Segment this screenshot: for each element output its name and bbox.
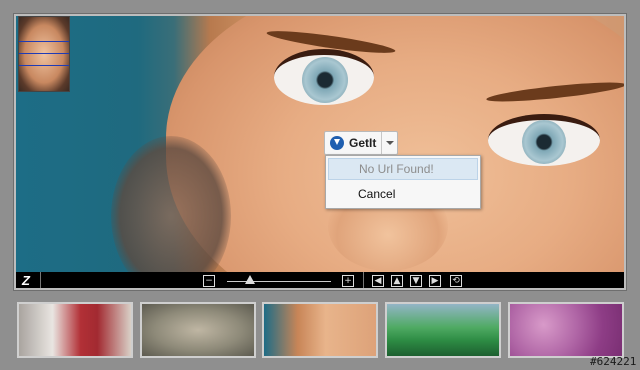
getit-button[interactable]: GetIt [324, 131, 398, 155]
viewport-mid-line [19, 65, 69, 66]
viewport-top-line [19, 41, 69, 42]
zoom-slider-thumb[interactable] [244, 275, 255, 284]
chevron-down-icon[interactable] [386, 141, 394, 145]
download-icon [330, 136, 344, 150]
zoom-in-button[interactable]: + [342, 275, 354, 287]
zoom-slider-track[interactable] [227, 281, 331, 282]
watermark-id: #624221 [590, 355, 637, 368]
pan-up-button[interactable]: ▲ [391, 275, 403, 287]
thumbnail-car[interactable] [385, 302, 501, 358]
getit-divider [381, 132, 382, 154]
thumbnail-banknote[interactable] [140, 302, 256, 358]
zoom-out-button[interactable]: − [203, 275, 215, 287]
thumbnail-eyes[interactable] [262, 302, 378, 358]
viewport-bottom-line [19, 53, 69, 54]
getit-label: GetIt [349, 136, 377, 150]
thumbnail-mask[interactable] [17, 302, 133, 358]
viewer-toolbar: Z − + ◀ ▲ ▼ ▶ ⟲ [16, 272, 624, 288]
right-eye [488, 114, 600, 166]
menu-item-cancel[interactable]: Cancel [328, 183, 478, 205]
image-viewer[interactable]: Z − + ◀ ▲ ▼ ▶ ⟲ [14, 14, 626, 290]
left-eye [274, 49, 374, 105]
pan-left-button[interactable]: ◀ [372, 275, 384, 287]
thumbnail-strip [0, 302, 640, 358]
toolbar-divider [40, 272, 41, 288]
toolbar-divider [363, 272, 364, 288]
pan-right-button[interactable]: ▶ [429, 275, 441, 287]
thumbnail-tissue[interactable] [508, 302, 624, 358]
pan-down-button[interactable]: ▼ [410, 275, 422, 287]
main-image[interactable] [16, 16, 624, 272]
zoomify-logo[interactable]: Z [22, 274, 34, 287]
reset-view-button[interactable]: ⟲ [450, 275, 462, 287]
getit-dropdown-menu: No Url Found! Cancel [325, 155, 481, 209]
menu-item-no-url: No Url Found! [328, 158, 478, 180]
navigator-thumbnail[interactable] [18, 16, 70, 92]
